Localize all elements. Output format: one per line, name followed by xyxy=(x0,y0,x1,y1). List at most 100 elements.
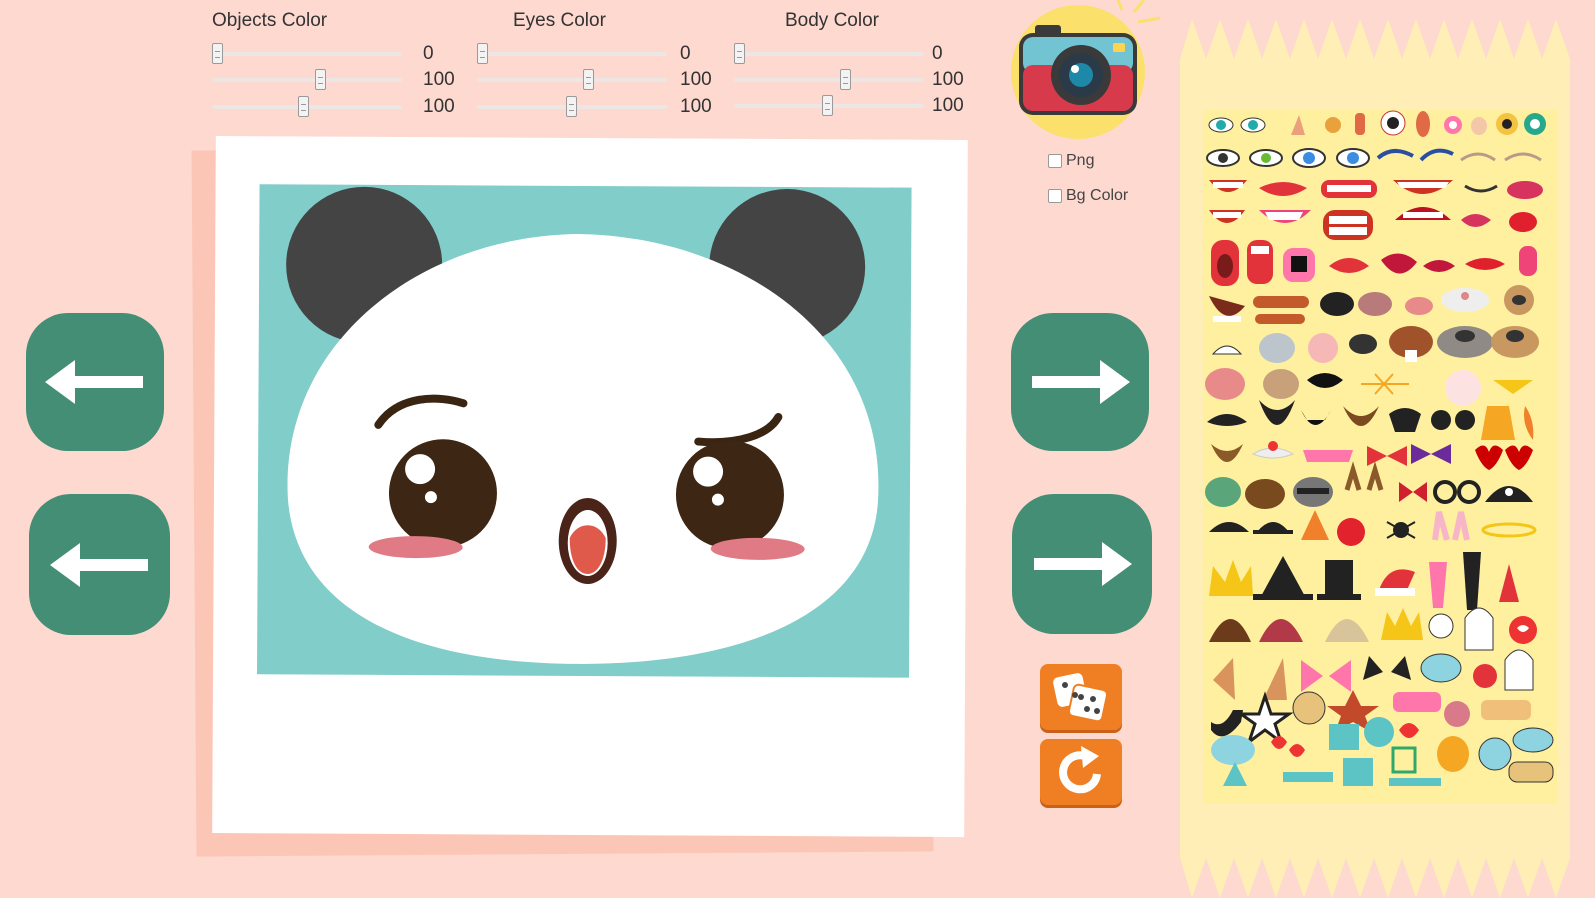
lips-icon xyxy=(1461,214,1491,227)
body-slider-3[interactable]: 100 xyxy=(734,95,974,116)
slider-thumb[interactable] xyxy=(840,69,851,90)
objects-slider-2[interactable]: 100 xyxy=(212,69,455,90)
glasses-icon xyxy=(1433,480,1481,504)
shape-icon xyxy=(1283,772,1333,782)
nose-icon xyxy=(1291,115,1305,135)
bow-tie-icon xyxy=(1399,482,1427,502)
animal-face-icon xyxy=(1307,373,1343,388)
eyes-icon xyxy=(1240,117,1266,133)
slider-thumb[interactable] xyxy=(822,95,833,116)
slider-thumb[interactable] xyxy=(583,69,594,90)
elf-ears-icon xyxy=(1263,658,1287,700)
animal-nose-icon xyxy=(1320,292,1354,316)
sticker-palette xyxy=(1205,110,1554,786)
nose-icon xyxy=(1355,113,1365,135)
slider-value: 100 xyxy=(932,69,964,90)
character-canvas[interactable] xyxy=(257,184,912,678)
slider-value: 100 xyxy=(932,95,964,116)
lips-icon xyxy=(1423,260,1455,272)
mustache-icon xyxy=(1493,380,1533,394)
lips-icon xyxy=(1507,181,1543,199)
slider-thumb[interactable] xyxy=(734,43,745,64)
next-button-1[interactable] xyxy=(1011,313,1149,451)
slider-thumb[interactable] xyxy=(212,43,223,64)
next-button-2[interactable] xyxy=(1012,494,1152,634)
teeth-icon xyxy=(1321,180,1377,198)
eyebrow-icon xyxy=(1419,148,1454,162)
prev-button-1[interactable] xyxy=(26,313,164,451)
party-hat-icon xyxy=(1481,406,1515,440)
png-option[interactable]: Png xyxy=(1048,152,1094,170)
speech-bubble-icon xyxy=(1508,761,1554,783)
hat-icon xyxy=(1209,522,1249,532)
prev-button-2[interactable] xyxy=(29,494,170,635)
nose-icon xyxy=(1471,117,1487,135)
glasses-icon xyxy=(1431,410,1475,430)
eyes-slider-2[interactable]: 100 xyxy=(477,69,727,90)
animal-face-icon xyxy=(1437,326,1493,358)
eyes-icon xyxy=(1496,113,1518,135)
slider-thumb[interactable] xyxy=(477,43,488,64)
slider-value: 100 xyxy=(423,96,455,117)
arrow-left-icon xyxy=(49,542,148,587)
heart-glasses-icon xyxy=(1475,445,1533,470)
shape-icon xyxy=(1343,758,1373,786)
shape-icon xyxy=(1444,701,1470,727)
hair-icon xyxy=(1325,619,1369,642)
slider-thumb[interactable] xyxy=(315,69,326,90)
crown-icon xyxy=(1209,560,1253,596)
eyes-icon xyxy=(1208,117,1234,133)
beard-icon xyxy=(1301,410,1331,425)
slider-thumb[interactable] xyxy=(298,96,309,117)
teeth-icon xyxy=(1259,210,1311,223)
body-slider-2[interactable]: 100 xyxy=(734,69,974,90)
reset-button[interactable] xyxy=(1040,739,1122,805)
mouth-icon xyxy=(1393,180,1453,194)
party-hat-icon xyxy=(1524,406,1534,440)
eyes-slider-1[interactable]: 0 xyxy=(477,43,727,64)
speech-bubble-icon xyxy=(1481,700,1531,720)
panel-zigzag-top xyxy=(1180,19,1570,59)
party-hat-icon xyxy=(1301,510,1329,540)
animal-face-icon xyxy=(1245,479,1285,509)
lips-icon xyxy=(1329,258,1369,273)
bow-tie-icon xyxy=(1367,446,1407,466)
hat-icon xyxy=(1375,569,1415,596)
mouth-icon xyxy=(1211,240,1239,286)
tie-icon xyxy=(1429,562,1447,608)
speech-bubble-icon xyxy=(1509,616,1537,644)
elf-ears-icon xyxy=(1213,658,1235,700)
mustache-icon xyxy=(1389,408,1421,432)
teeth-icon xyxy=(1253,296,1309,324)
random-button[interactable] xyxy=(1040,664,1122,730)
sticker-grid[interactable] xyxy=(1203,110,1557,804)
animal-face-icon xyxy=(1263,369,1299,399)
cat-ears-icon xyxy=(1363,656,1411,680)
hat-icon xyxy=(1317,560,1361,600)
eyes-slider-3[interactable]: 100 xyxy=(477,96,727,117)
speech-bubble-icon xyxy=(1478,737,1512,771)
beard-icon xyxy=(1343,406,1379,426)
slider-thumb[interactable] xyxy=(566,96,577,117)
body-color-title: Body Color xyxy=(785,10,879,31)
mustache-icon xyxy=(1251,441,1295,459)
animal-face-icon xyxy=(1441,288,1489,312)
arrow-right-icon xyxy=(1034,542,1132,586)
slider-value: 100 xyxy=(680,69,712,90)
eyes-icon xyxy=(1206,149,1240,167)
animal-nose-icon xyxy=(1358,292,1392,316)
animal-face-icon xyxy=(1293,477,1333,507)
eyes-icon xyxy=(1380,110,1406,136)
objects-slider-3[interactable]: 100 xyxy=(212,96,455,117)
body-slider-1[interactable]: 0 xyxy=(734,43,974,64)
mouth-icon xyxy=(1247,240,1273,284)
bg-color-checkbox[interactable] xyxy=(1048,189,1062,203)
speech-bubble-icon xyxy=(1437,736,1469,772)
objects-slider-1[interactable]: 0 xyxy=(212,43,452,64)
lips-icon xyxy=(1259,182,1307,196)
bg-color-option[interactable]: Bg Color xyxy=(1048,187,1128,205)
ghost-icon xyxy=(1504,649,1534,691)
eyes-icon xyxy=(1325,117,1341,133)
shape-icon xyxy=(1223,762,1247,786)
png-checkbox[interactable] xyxy=(1048,154,1062,168)
